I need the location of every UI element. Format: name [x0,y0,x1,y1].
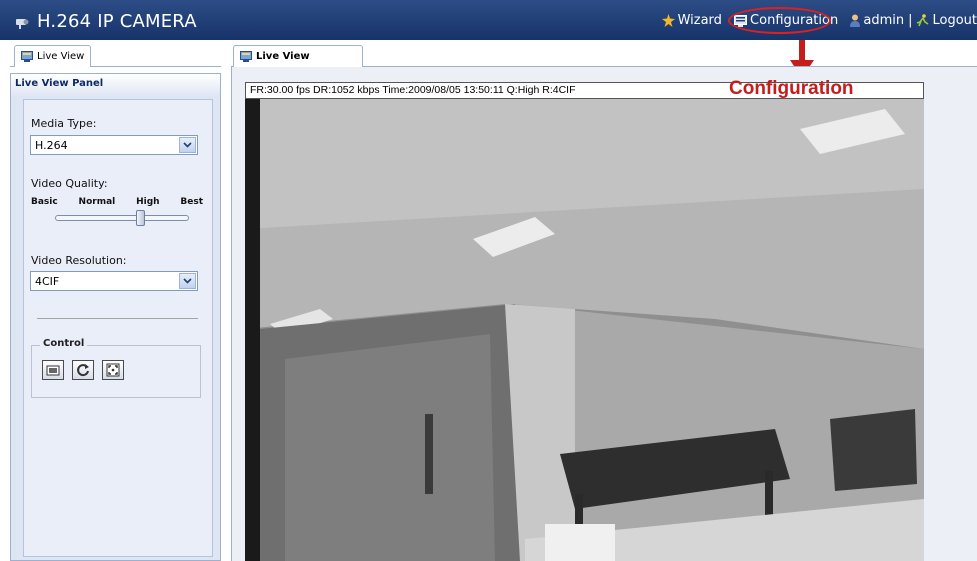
user-icon [850,14,861,27]
control-group: Control [31,338,201,398]
nav-separator [842,13,846,28]
logout-icon [917,14,929,27]
top-bar: H.264 IP CAMERA Wizard Configuration adm… [0,0,977,40]
configuration-callout: Configuration [729,78,854,99]
fullscreen-icon [106,363,120,377]
snapshot-icon [46,365,60,376]
user-label: admin [863,13,905,28]
live-view-icon [240,51,252,62]
media-type-value: H.264 [35,139,68,152]
camera-icon [16,18,29,29]
configuration-highlight [728,7,832,34]
wizard-link[interactable]: Wizard [661,13,722,28]
brand: H.264 IP CAMERA [14,11,197,32]
snapshot-button[interactable] [42,360,64,380]
user-link[interactable]: admin [850,13,904,28]
panel-title: Live View Panel [11,74,220,96]
wizard-label: Wizard [677,13,722,28]
quality-levels: Basic Normal High Best [31,197,203,207]
sidebar-tab-strip: Live View [10,45,221,67]
app-title: H.264 IP CAMERA [37,11,197,32]
main-tab-live-view[interactable]: Live View [233,45,363,67]
refresh-button[interactable] [72,360,94,380]
wizard-icon [661,14,675,27]
quality-slider-track[interactable] [55,215,189,221]
live-view-icon [21,51,33,62]
video-resolution-value: 4CIF [35,275,60,288]
panel-body [23,99,213,557]
quality-level-high: High [136,197,160,207]
refresh-icon [77,364,89,377]
media-type-label: Media Type: [31,117,97,130]
logout-link[interactable]: Logout [916,13,977,28]
fullscreen-button[interactable] [102,360,124,380]
logout-label: Logout [932,13,977,28]
chevron-down-icon[interactable] [179,273,196,289]
quality-level-basic: Basic [31,197,58,207]
quality-level-best: Best [180,197,203,207]
nav-separator: | [908,13,913,28]
control-legend: Control [40,338,88,349]
quality-level-normal: Normal [78,197,116,207]
video-quality-label: Video Quality: [31,177,108,190]
video-resolution-select[interactable]: 4CIF [30,271,198,291]
sidebar-tab-live-view[interactable]: Live View [14,45,92,67]
top-nav: Wizard Configuration admin | Logout [661,7,977,34]
sidebar-tab-label: Live View [37,51,85,62]
main-tab-strip: Live View [231,45,977,67]
configuration-link[interactable]: Configuration [728,7,838,34]
quality-slider-handle[interactable] [136,210,145,226]
panel-divider [37,318,198,319]
chevron-down-icon[interactable] [179,137,196,153]
main-tab-label: Live View [256,51,310,62]
camera-video-feed[interactable] [245,99,924,561]
video-resolution-label: Video Resolution: [31,254,127,267]
media-type-select[interactable]: H.264 [30,135,198,155]
